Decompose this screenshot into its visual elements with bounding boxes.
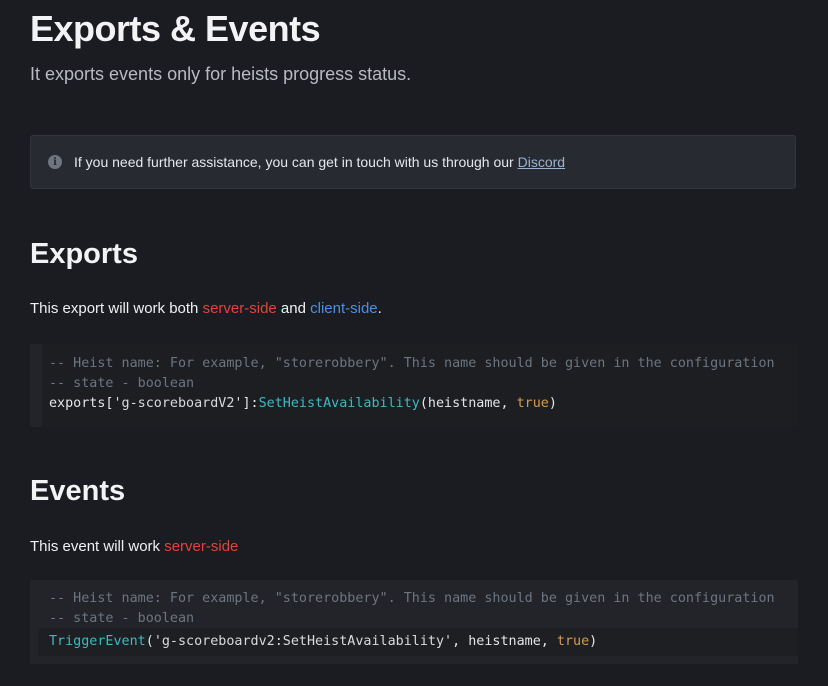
code-trigger-close: ) <box>589 634 598 649</box>
code-trigger-event-name: 'g-scoreboardv2:SetHeistAvailability' <box>153 634 453 649</box>
page-subtitle: It exports events only for heists progre… <box>30 64 412 84</box>
code-trigger-open: ( <box>145 634 154 649</box>
client-side-label: client-side <box>310 300 378 317</box>
events-code-block[interactable]: -- Heist name: For example, "storerobber… <box>30 580 798 664</box>
code-comment-heist-name: -- Heist name: For example, "storerobber… <box>49 591 775 606</box>
code-trigger-function: TriggerEvent <box>49 634 146 649</box>
code-export-call: exports['g-scoreboardV2']:SetHeistAvaila… <box>49 396 557 411</box>
exports-intro-and: and <box>276 300 311 317</box>
events-intro-prefix: This event will work <box>30 538 165 555</box>
code-comment-state: -- state - boolean <box>49 611 195 626</box>
exports-intro-prefix: This export will work both <box>30 300 203 317</box>
code-export-bool: true <box>516 396 549 411</box>
code-export-close: ) <box>548 396 557 411</box>
code-export-resource: 'g-scoreboardV2' <box>113 396 243 411</box>
info-icon: i <box>48 155 62 169</box>
hint-message: If you need further assistance, you can … <box>74 154 518 170</box>
code-export-prefix: exports[ <box>49 396 114 411</box>
server-side-label: server-side <box>202 300 277 317</box>
code-trigger-args: , heistname, <box>452 634 557 649</box>
discord-link[interactable]: Discord <box>518 154 565 170</box>
exports-heading: Exports <box>30 238 138 270</box>
info-hint-box: i If you need further assistance, you ca… <box>30 135 796 189</box>
events-server-side-label: server-side <box>164 538 239 555</box>
page-title: Exports & Events <box>30 8 321 49</box>
code-export-args: (heistname, <box>419 396 517 411</box>
exports-code-block[interactable]: -- Heist name: For example, "storerobber… <box>30 344 798 427</box>
exports-intro-suffix: . <box>377 300 382 317</box>
code-export-mid: ]: <box>242 396 259 411</box>
code-trigger-bool: true <box>556 634 590 649</box>
code-export-function: SetHeistAvailability <box>258 396 420 411</box>
events-heading: Events <box>30 475 126 507</box>
exports-intro: This export will work both server-side a… <box>30 300 382 317</box>
hint-text: If you need further assistance, you can … <box>74 154 565 170</box>
code-comment-heist-name: -- Heist name: For example, "storerobber… <box>49 356 775 371</box>
code-comment-state: -- state - boolean <box>49 376 195 391</box>
code-trigger-call: TriggerEvent('g-scoreboardv2:SetHeistAva… <box>49 634 597 649</box>
events-intro: This event will work server-side <box>30 538 238 555</box>
